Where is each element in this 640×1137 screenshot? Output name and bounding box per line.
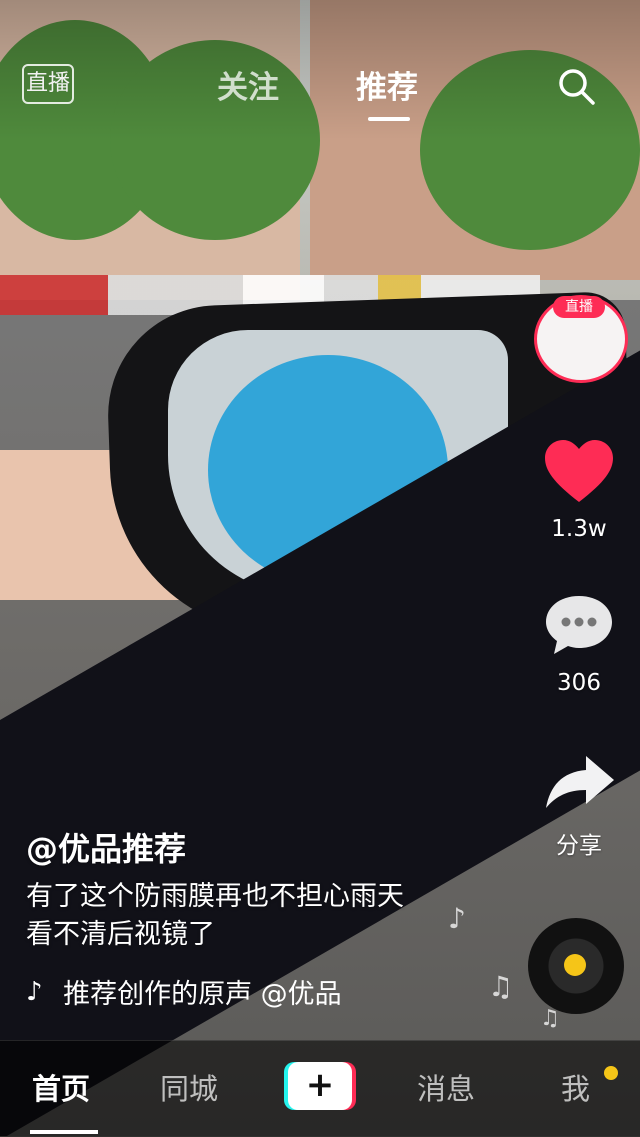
music-note-icon: ♫	[540, 1006, 560, 1031]
description-line: 有了这个防雨膜再也不担心雨天	[26, 881, 404, 912]
tiktok-note-icon: ♪	[26, 976, 43, 1007]
nav-home[interactable]: 首页	[32, 1066, 90, 1108]
author-name[interactable]: @优品推荐	[26, 824, 186, 870]
plus-icon: +	[288, 1062, 352, 1110]
nav-active-indicator	[30, 1130, 98, 1134]
live-entry-button[interactable]: 直播	[22, 64, 74, 104]
music-note-icon: ♫	[488, 970, 514, 1003]
nav-nearby[interactable]: 同城	[160, 1066, 218, 1108]
music-disc-center	[564, 954, 586, 976]
comment-count: 306	[557, 670, 601, 696]
active-tab-indicator	[368, 117, 410, 121]
notification-dot	[604, 1066, 618, 1080]
create-button[interactable]: +	[284, 1062, 356, 1110]
description-line: 看不清后视镜了	[26, 919, 215, 950]
heart-icon[interactable]	[543, 438, 615, 506]
top-shade	[0, 0, 640, 140]
music-marquee[interactable]: ♪ 推荐创作的原声 @优品	[26, 972, 386, 1011]
video-description: 有了这个防雨膜再也不担心雨天 看不清后视镜了	[26, 878, 476, 954]
tab-follow[interactable]: 关注	[217, 62, 279, 107]
nav-messages[interactable]: 消息	[417, 1066, 475, 1108]
nav-me[interactable]: 我	[561, 1066, 590, 1108]
share-label: 分享	[556, 833, 602, 859]
music-title: 推荐创作的原声 @优品	[63, 979, 342, 1010]
comment-icon[interactable]	[542, 592, 616, 658]
live-badge: 直播	[553, 296, 605, 318]
share-icon[interactable]	[544, 752, 616, 812]
search-icon[interactable]	[556, 66, 596, 106]
tab-recommend[interactable]: 推荐	[356, 62, 418, 107]
like-count: 1.3w	[551, 516, 607, 542]
